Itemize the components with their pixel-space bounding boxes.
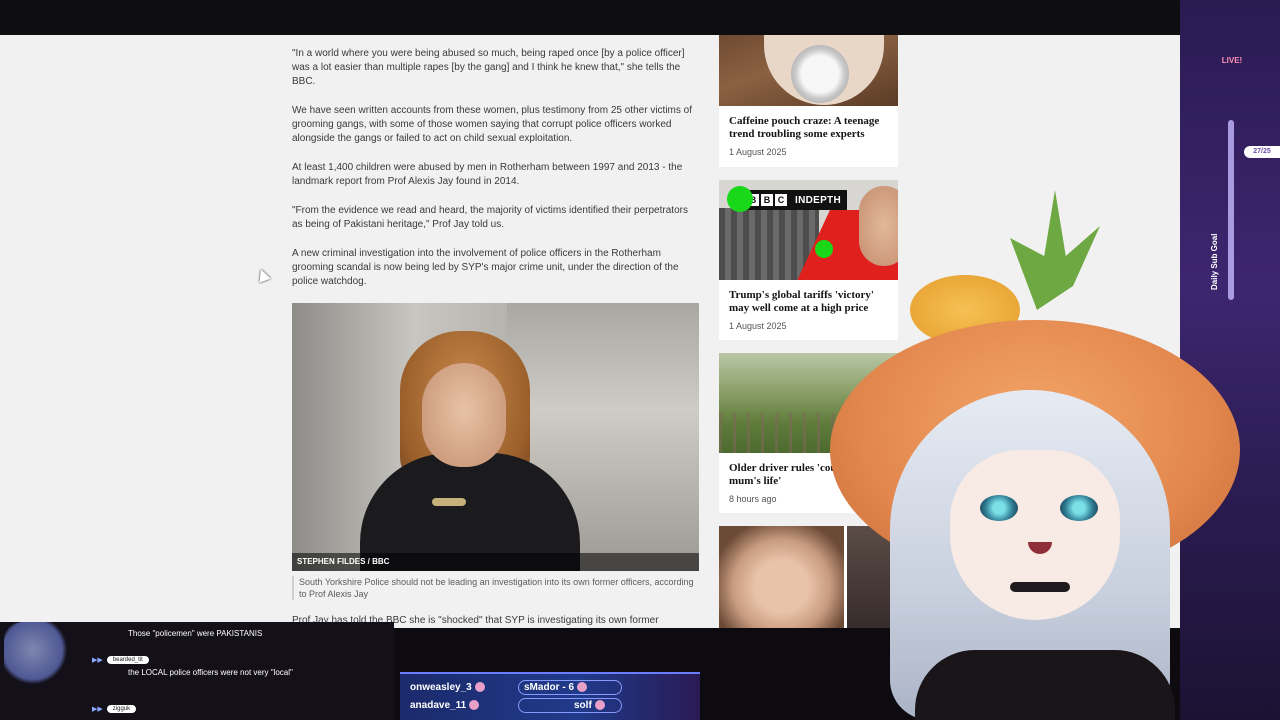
bbc-logo-letter: C (775, 194, 787, 206)
sub-name-text: sMador - 6 (524, 682, 575, 693)
sub-name-text: solf (574, 700, 592, 711)
sub-name: onweasley_3 (410, 681, 485, 694)
article-photo: STEPHEN FILDES / BBC (292, 303, 699, 571)
pencil-icon (577, 682, 588, 693)
chat-message: Those "policemen" were PAKISTANIS (128, 629, 263, 638)
recent-subs-ticker: onweasley_3 sMador - 6 anadave_11 solf (400, 672, 700, 720)
gem-icon (469, 700, 480, 711)
bbc-logo-letter: B (761, 194, 773, 206)
sub-goal-count: 27/25 (1244, 146, 1280, 158)
article-paragraph: At least 1,400 children were abused by m… (292, 162, 683, 187)
bbc-indepth-tag: B B C INDEPTH (741, 190, 847, 210)
chat-username: ▶▶ bearded_tit (92, 655, 149, 665)
live-badge: LIVE! (1221, 56, 1243, 65)
sub-name: anadave_11 (410, 699, 480, 712)
thumbnail-face (859, 186, 898, 266)
chat-overlay: Those "policemen" were PAKISTANIS ▶▶ bea… (0, 622, 394, 720)
sub-goal-label: Daily Sub Goal (1210, 233, 1219, 290)
avatar-right-eye (1060, 495, 1098, 521)
avatar-left-eye (980, 495, 1018, 521)
thumbnail-pouch-tin (791, 45, 849, 103)
avatar-outfit (915, 650, 1175, 720)
mouse-cursor-icon (255, 267, 271, 283)
chat-arrow-icon: ▶▶ (92, 657, 103, 664)
article-paragraph: We have seen written accounts from these… (292, 105, 692, 144)
article-paragraph: A new criminal investigation into the in… (292, 248, 679, 287)
vtuber-avatar (830, 190, 1260, 720)
sub-name-text: onweasley_3 (410, 682, 472, 693)
photo-credit: STEPHEN FILDES / BBC (292, 553, 699, 571)
sub-name: sMador - 6 (524, 681, 588, 694)
chat-arrow-icon: ▶▶ (92, 706, 103, 713)
photo-subject-necklace (432, 498, 466, 506)
sub-name-frame (518, 698, 622, 713)
article-paragraph: "From the evidence we read and heard, th… (292, 205, 688, 230)
green-overlay-dot (727, 186, 753, 212)
story-thumbnail[interactable]: B B C INDEPTH (719, 180, 898, 280)
sub-name-text: anadave_11 (410, 700, 467, 711)
chat-mascot-icon (4, 622, 68, 684)
goal-progress-bar (1228, 120, 1234, 300)
indepth-label: INDEPTH (795, 194, 841, 206)
article-paragraph: "In a world where you were being abused … (292, 48, 685, 87)
photo-caption: South Yorkshire Police should not be lea… (292, 576, 702, 600)
story-thumbnail[interactable] (719, 35, 898, 106)
photo-subject-face (422, 363, 506, 467)
story-card[interactable]: Caffeine pouch craze: A teenage trend tr… (719, 35, 898, 167)
sub-name: solf (574, 699, 605, 712)
chat-message: the LOCAL police officers were not very … (128, 668, 293, 677)
heart-icon (474, 682, 485, 693)
green-overlay-dot (815, 240, 833, 258)
story-date: 1 August 2025 (729, 147, 787, 157)
top-bar (0, 0, 1280, 35)
chat-username-pill: zigguk (106, 705, 137, 713)
avatar-choker (1010, 582, 1070, 592)
chat-username-pill: bearded_tit (106, 656, 149, 664)
chat-username: ▶▶ zigguk (92, 704, 137, 714)
gem-icon (594, 700, 605, 711)
avatar-face (950, 450, 1120, 620)
story-headline[interactable]: Caffeine pouch craze: A teenage trend tr… (719, 106, 898, 141)
story-thumbnail[interactable] (719, 526, 844, 635)
